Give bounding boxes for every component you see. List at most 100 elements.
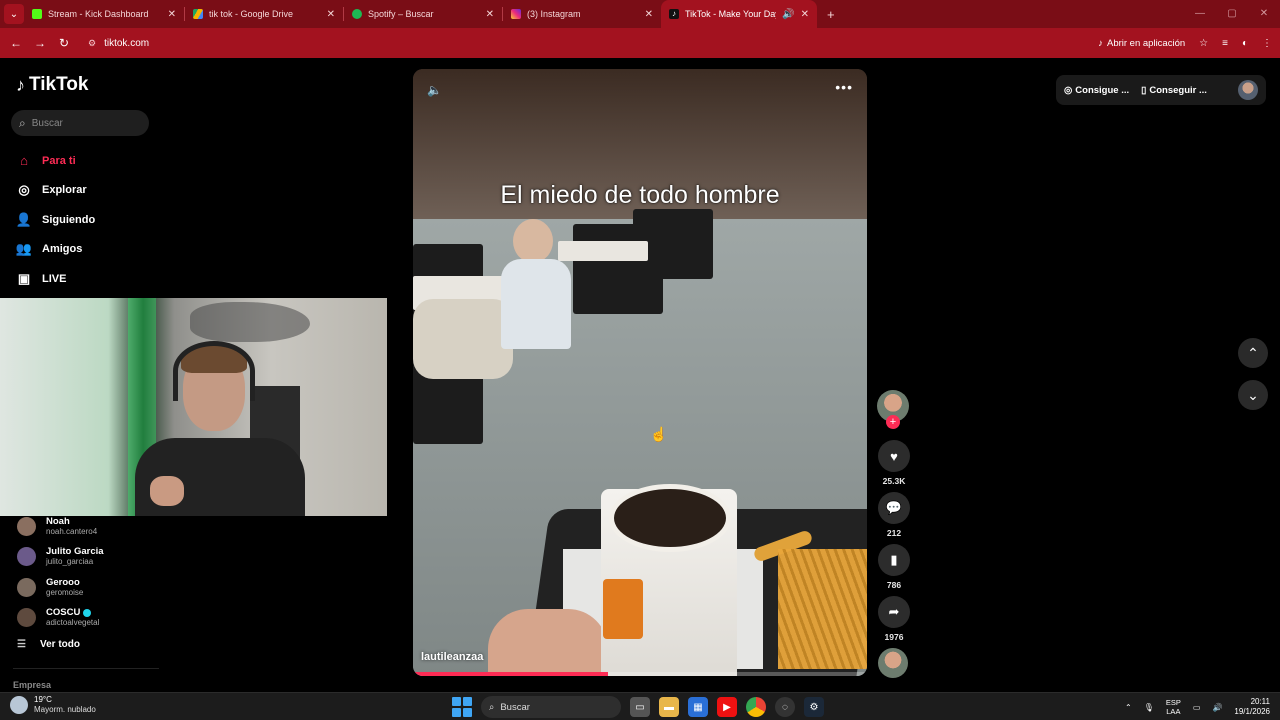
close-window-icon[interactable]: ✕ <box>1248 0 1280 28</box>
nav-label: Para ti <box>42 154 76 167</box>
chevron-up-icon[interactable]: ⌃ <box>1125 703 1132 712</box>
tab-instagram[interactable]: (3) Instagram ✕ <box>503 0 661 28</box>
nav-explore[interactable]: ◎ Explorar <box>16 176 95 206</box>
chrome-icon[interactable] <box>746 697 766 717</box>
save-count: 786 <box>886 580 902 590</box>
maximize-icon[interactable]: ▢ <box>1216 0 1248 28</box>
forward-icon[interactable]: → <box>28 36 52 50</box>
language-indicator[interactable]: ESP LAA <box>1166 698 1181 716</box>
url-field[interactable]: ⚙ tiktok.com <box>88 38 149 49</box>
menu-icon[interactable]: ⋮ <box>1262 38 1272 49</box>
store-icon[interactable]: ▦ <box>688 697 708 717</box>
comment-icon[interactable]: 💬 <box>878 492 910 524</box>
nav-live[interactable]: ▣ LIVE <box>16 264 95 294</box>
close-icon[interactable]: ✕ <box>645 9 653 20</box>
keyboard-layout: LAA <box>1166 707 1181 716</box>
nav-for-you[interactable]: ⌂ Para ti <box>16 146 95 176</box>
get-app-button[interactable]: ▯ Conseguir ... <box>1141 85 1207 96</box>
like-count: 25.3K <box>882 476 906 486</box>
compass-icon: ◎ <box>18 182 30 198</box>
avatar <box>17 577 36 597</box>
following-account[interactable]: Gerooo geromoise <box>17 572 157 603</box>
account-name-row: COSCU <box>46 607 99 618</box>
site-info-icon[interactable]: ⚙ <box>88 38 96 49</box>
home-icon: ⌂ <box>20 153 28 169</box>
close-icon[interactable]: ✕ <box>327 9 335 20</box>
close-icon[interactable]: ✕ <box>168 9 176 20</box>
music-disc[interactable] <box>878 648 908 678</box>
follow-plus-icon[interactable]: + <box>886 415 900 429</box>
media-controls-icon[interactable]: ≡ <box>1222 38 1228 49</box>
share-icon[interactable]: ➦ <box>878 596 910 628</box>
taskbar-search[interactable]: ⌕ Buscar <box>481 696 621 718</box>
youtube-icon[interactable]: ▶ <box>717 697 737 717</box>
bookmark-star-icon[interactable]: ☆ <box>1199 38 1208 49</box>
next-video-button[interactable]: ⌄ <box>1238 380 1268 410</box>
account-name: Gerooo <box>46 576 80 588</box>
chevron-down-icon: ⌄ <box>1247 386 1259 403</box>
bookmark-icon[interactable]: ▮ <box>878 544 910 576</box>
chrome-profile-icon[interactable]: ◌ <box>775 697 795 717</box>
system-tray: ⌃ 🎙 ESP LAA ▭ 🔊 20:11 19/1/2026 <box>1125 695 1270 719</box>
volume-icon[interactable]: 🔈 <box>427 83 442 97</box>
list-icon: ☰ <box>17 639 26 650</box>
tiktok-logo[interactable]: ♪ TikTok <box>16 74 88 96</box>
weather-widget[interactable]: 19°C Mayorm. nublado <box>10 695 96 715</box>
following-account[interactable]: COSCU adictoalvegetal <box>17 603 157 634</box>
tab-google-drive[interactable]: tik tok - Google Drive ✕ <box>185 0 343 28</box>
heart-icon[interactable]: ♥ <box>878 440 910 472</box>
window-controls: — ▢ ✕ <box>1184 0 1280 28</box>
search-input[interactable] <box>31 117 132 129</box>
video-scene-person <box>413 299 513 379</box>
volume-icon[interactable]: 🔊 <box>1212 703 1222 712</box>
video-author[interactable]: lautileanzaa <box>421 651 483 663</box>
instagram-icon <box>511 9 521 19</box>
speaker-icon[interactable]: 🔊 <box>782 9 794 20</box>
view-all-button[interactable]: ☰ Ver todo <box>17 639 157 650</box>
author-avatar[interactable]: + <box>877 390 909 429</box>
temperature: 19°C <box>34 695 52 704</box>
task-view-icon[interactable]: ▭ <box>630 697 650 717</box>
profile-avatar[interactable] <box>1238 80 1258 100</box>
video-player[interactable]: El miedo de todo hombre 🔈 ••• lautileanz… <box>413 69 867 676</box>
back-icon[interactable]: ← <box>4 36 28 50</box>
file-explorer-icon[interactable]: ▬ <box>659 697 679 717</box>
search-box[interactable]: ⌕ <box>11 110 149 136</box>
following-icon: 👤 <box>15 211 33 227</box>
company-heading: Empresa <box>13 680 52 690</box>
top-right-actions: ◎ Consigue ... ▯ Conseguir ... <box>1056 75 1266 105</box>
windows-start-icon[interactable] <box>452 697 472 717</box>
video-scene-fries <box>778 549 867 669</box>
account-name: COSCU <box>46 607 81 619</box>
video-progress-bar[interactable] <box>413 672 867 676</box>
new-tab-button[interactable]: + <box>827 7 835 22</box>
tab-search-menu-button[interactable]: ⌄ <box>4 4 24 24</box>
minimize-icon[interactable]: — <box>1184 0 1216 28</box>
nav-friends[interactable]: 👥 Amigos <box>16 235 95 265</box>
previous-video-button[interactable]: ⌃ <box>1238 338 1268 368</box>
network-icon[interactable]: ▭ <box>1193 703 1201 712</box>
nav-following[interactable]: 👤 Siguiendo <box>16 205 95 235</box>
nav-label: Amigos <box>42 243 83 256</box>
taskbar-search-label: Buscar <box>500 701 530 713</box>
profile-icon[interactable]: ◐ <box>1242 38 1248 49</box>
more-options-icon[interactable]: ••• <box>835 79 853 95</box>
get-coins-button[interactable]: ◎ Consigue ... <box>1064 85 1129 96</box>
reload-icon[interactable]: ↻ <box>52 36 76 50</box>
mouse-cursor-icon: ☝ <box>650 426 668 442</box>
close-icon[interactable]: ✕ <box>486 9 494 20</box>
steam-icon[interactable]: ⚙ <box>804 697 824 717</box>
avatar <box>17 516 36 536</box>
tab-spotify[interactable]: Spotify – Buscar ✕ <box>344 0 502 28</box>
tab-tiktok[interactable]: ♪ TikTok - Make Your Day 🔊 ✕ <box>661 0 817 28</box>
video-scene-cup-logo <box>603 579 643 639</box>
close-icon[interactable]: ✕ <box>801 9 809 20</box>
tiktok-logo-icon: ♪ <box>16 74 25 95</box>
following-accounts-list: Noah noah.cantero4 Julito Garcia julito_… <box>17 511 157 650</box>
microphone-icon[interactable]: 🎙 <box>1144 703 1154 712</box>
following-account[interactable]: Julito Garcia julito_garciaa <box>17 542 157 573</box>
clock[interactable]: 20:11 19/1/2026 <box>1234 697 1270 717</box>
open-in-app-button[interactable]: ♪ Abrir en aplicación <box>1098 38 1185 49</box>
video-scene-cup-top <box>609 484 731 552</box>
tab-kick[interactable]: Stream - Kick Dashboard ✕ <box>24 0 184 28</box>
